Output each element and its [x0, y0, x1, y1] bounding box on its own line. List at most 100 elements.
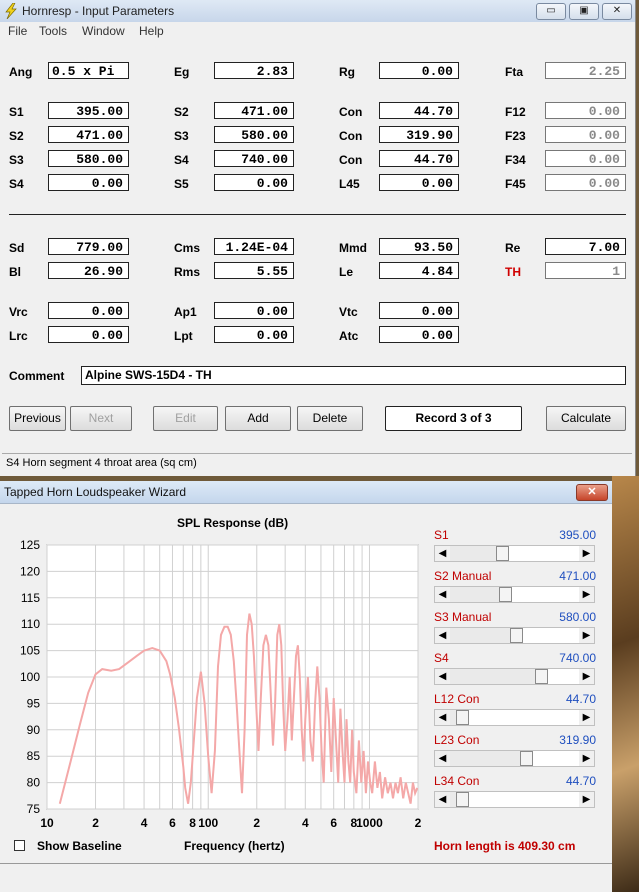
s3-field[interactable]: 580.00: [214, 126, 294, 143]
label-s4: S4: [174, 153, 189, 167]
fta-field[interactable]: 2.25: [545, 62, 626, 79]
parameter-slider[interactable]: ◀ ▶: [434, 627, 595, 644]
th-field[interactable]: 1: [545, 262, 626, 279]
title-bar[interactable]: Hornresp - Input Parameters ▭ ▣ ✕: [0, 0, 635, 23]
close-icon[interactable]: ✕: [576, 484, 608, 501]
s3-field[interactable]: 580.00: [48, 150, 129, 167]
menu-window[interactable]: Window: [82, 24, 125, 38]
slider-thumb[interactable]: [455, 792, 469, 807]
atc-field[interactable]: 0.00: [379, 326, 459, 343]
label-lpt: Lpt: [174, 329, 193, 343]
y-tick-label: 120: [20, 564, 40, 578]
ap1-field[interactable]: 0.00: [214, 302, 294, 319]
add-button[interactable]: Add: [225, 406, 291, 431]
calculate-button[interactable]: Calculate: [546, 406, 626, 431]
rms-field[interactable]: 5.55: [214, 262, 294, 279]
slider-value: 319.90: [559, 733, 596, 747]
con-field[interactable]: 44.70: [379, 150, 459, 167]
ang-field[interactable]: 0.5 x Pi: [48, 62, 129, 79]
comment-field[interactable]: Alpine SWS-15D4 - TH: [81, 366, 626, 385]
s5-field[interactable]: 0.00: [214, 174, 294, 191]
y-tick-label: 125: [20, 538, 40, 552]
arrow-left-icon[interactable]: ◀: [435, 546, 450, 561]
lrc-field[interactable]: 0.00: [48, 326, 129, 343]
slider-thumb[interactable]: [519, 751, 533, 766]
slider-thumb[interactable]: [498, 587, 512, 602]
wizard-title-bar[interactable]: Tapped Horn Loudspeaker Wizard ✕: [0, 481, 612, 504]
slider-track[interactable]: [468, 710, 579, 725]
con-field[interactable]: 319.90: [379, 126, 459, 143]
arrow-right-icon[interactable]: ▶: [579, 587, 594, 602]
menu-help[interactable]: Help: [139, 24, 164, 38]
arrow-left-icon[interactable]: ◀: [435, 669, 450, 684]
slider-track[interactable]: [509, 546, 579, 561]
con-field[interactable]: 44.70: [379, 102, 459, 119]
slider-thumb[interactable]: [455, 710, 469, 725]
s1-field[interactable]: 395.00: [48, 102, 129, 119]
y-tick-label: 115: [21, 591, 40, 605]
arrow-right-icon[interactable]: ▶: [579, 710, 594, 725]
slider-thumb[interactable]: [510, 628, 524, 643]
f45-field[interactable]: 0.00: [545, 174, 626, 191]
menu-file[interactable]: File: [8, 24, 27, 38]
arrow-left-icon[interactable]: ◀: [435, 587, 450, 602]
arrow-right-icon[interactable]: ▶: [579, 669, 594, 684]
f12-field[interactable]: 0.00: [545, 102, 626, 119]
minimize-button[interactable]: ▭: [536, 3, 566, 20]
le-field[interactable]: 4.84: [379, 262, 459, 279]
parameter-slider[interactable]: ◀ ▶: [434, 586, 595, 603]
wizard-title: Tapped Horn Loudspeaker Wizard: [4, 485, 187, 499]
slider-thumb[interactable]: [496, 546, 510, 561]
lpt-field[interactable]: 0.00: [214, 326, 294, 343]
slider-track[interactable]: [523, 628, 579, 643]
slider-track[interactable]: [532, 751, 579, 766]
s4-field[interactable]: 740.00: [214, 150, 294, 167]
s2-field[interactable]: 471.00: [48, 126, 129, 143]
vrc-field[interactable]: 0.00: [48, 302, 129, 319]
f23-field[interactable]: 0.00: [545, 126, 626, 143]
arrow-left-icon[interactable]: ◀: [435, 628, 450, 643]
arrow-left-icon[interactable]: ◀: [435, 792, 450, 807]
parameter-slider[interactable]: ◀ ▶: [434, 668, 595, 685]
label-rms: Rms: [174, 265, 201, 279]
f34-field[interactable]: 0.00: [545, 150, 626, 167]
next-button[interactable]: Next: [70, 406, 132, 431]
arrow-right-icon[interactable]: ▶: [579, 792, 594, 807]
bl-field[interactable]: 26.90: [48, 262, 129, 279]
vtc-field[interactable]: 0.00: [379, 302, 459, 319]
arrow-left-icon[interactable]: ◀: [435, 751, 450, 766]
l45-field[interactable]: 0.00: [379, 174, 459, 191]
slider-track[interactable]: [511, 587, 579, 602]
cms-field[interactable]: 1.24E-04: [214, 238, 294, 255]
parameter-slider[interactable]: ◀ ▶: [434, 709, 595, 726]
y-tick-label: 95: [27, 696, 41, 710]
mmd-field[interactable]: 93.50: [379, 238, 459, 255]
parameter-slider[interactable]: ◀ ▶: [434, 791, 595, 808]
slider-track[interactable]: [547, 669, 579, 684]
slider-thumb[interactable]: [534, 669, 548, 684]
arrow-right-icon[interactable]: ▶: [579, 751, 594, 766]
close-button[interactable]: ✕: [602, 3, 632, 20]
restore-button[interactable]: ▣: [569, 3, 599, 20]
show-baseline-checkbox[interactable]: [14, 840, 25, 851]
arrow-right-icon[interactable]: ▶: [579, 628, 594, 643]
edit-button[interactable]: Edit: [153, 406, 218, 431]
arrow-left-icon[interactable]: ◀: [435, 710, 450, 725]
re-field[interactable]: 7.00: [545, 238, 626, 255]
arrow-right-icon[interactable]: ▶: [579, 546, 594, 561]
label-l45: L45: [339, 177, 360, 191]
parameter-slider[interactable]: ◀ ▶: [434, 545, 595, 562]
x-axis-label: Frequency (hertz): [184, 839, 285, 853]
s4-field[interactable]: 0.00: [48, 174, 129, 191]
y-tick-label: 110: [21, 617, 40, 631]
eg-field[interactable]: 2.83: [214, 62, 294, 79]
sd-field[interactable]: 779.00: [48, 238, 129, 255]
slider-label: L34 Con: [434, 774, 480, 788]
previous-button[interactable]: Previous: [9, 406, 66, 431]
delete-button[interactable]: Delete: [297, 406, 363, 431]
s2-field[interactable]: 471.00: [214, 102, 294, 119]
menu-tools[interactable]: Tools: [39, 24, 67, 38]
slider-track[interactable]: [468, 792, 579, 807]
rg-field[interactable]: 0.00: [379, 62, 459, 79]
parameter-slider[interactable]: ◀ ▶: [434, 750, 595, 767]
